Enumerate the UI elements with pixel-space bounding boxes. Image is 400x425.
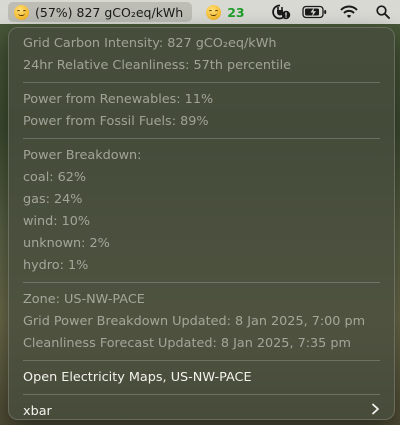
chevron-right-icon — [371, 401, 380, 423]
menu-separator — [23, 82, 380, 83]
renewables-power-text: Power from Renewables: 11% — [23, 92, 214, 107]
menu-separator — [23, 282, 380, 283]
grinning-face-emoji-icon — [206, 4, 222, 20]
xbar-submenu-item[interactable]: xbar — [9, 401, 394, 423]
menu-separator — [23, 360, 380, 361]
open-electricity-maps-item[interactable]: Open Electricity Maps, US-NW-PACE — [9, 367, 394, 389]
menu-bar: (57%) 827 gCO₂eq/kWh 23 — [0, 0, 400, 24]
forecast-updated-text: Cleanliness Forecast Updated: 8 Jan 2025… — [23, 336, 351, 351]
carbon-dropdown-menu: Grid Carbon Intensity: 827 gCO₂eq/kWh 24… — [8, 27, 395, 420]
xbar-label: xbar — [23, 404, 52, 419]
battery-charging-icon[interactable] — [298, 0, 332, 24]
power-breakdown-title: Power Breakdown: — [23, 148, 142, 163]
search-icon[interactable] — [366, 0, 400, 24]
breakdown-item-wind: wind: 10% — [23, 214, 91, 229]
score-menu-item[interactable]: 23 — [200, 0, 250, 24]
relative-cleanliness-text: 24hr Relative Cleanliness: 57th percenti… — [23, 58, 291, 73]
breakdown-item-gas: gas: 24% — [23, 192, 83, 207]
menu-separator — [23, 394, 380, 395]
grid-carbon-intensity-text: Grid Carbon Intensity: 827 gCO₂eq/kWh — [23, 36, 277, 51]
breakdown-updated-text: Grid Power Breakdown Updated: 8 Jan 2025… — [23, 314, 366, 329]
carbon-intensity-menu-label: (57%) 827 gCO₂eq/kWh — [35, 4, 184, 20]
carbon-intensity-menu-item[interactable]: (57%) 827 gCO₂eq/kWh — [8, 2, 193, 22]
power-alert-icon[interactable] — [264, 0, 298, 24]
zone-text: Zone: US-NW-PACE — [23, 292, 145, 307]
menu-separator — [23, 138, 380, 139]
breakdown-item-hydro: hydro: 1% — [23, 258, 89, 273]
fossil-power-text: Power from Fossil Fuels: 89% — [23, 114, 209, 129]
wifi-icon[interactable] — [332, 0, 366, 24]
breakdown-item-unknown: unknown: 2% — [23, 236, 110, 251]
grinning-face-emoji-icon — [14, 4, 29, 20]
breakdown-item-coal: coal: 62% — [23, 170, 87, 185]
score-value: 23 — [227, 4, 245, 20]
